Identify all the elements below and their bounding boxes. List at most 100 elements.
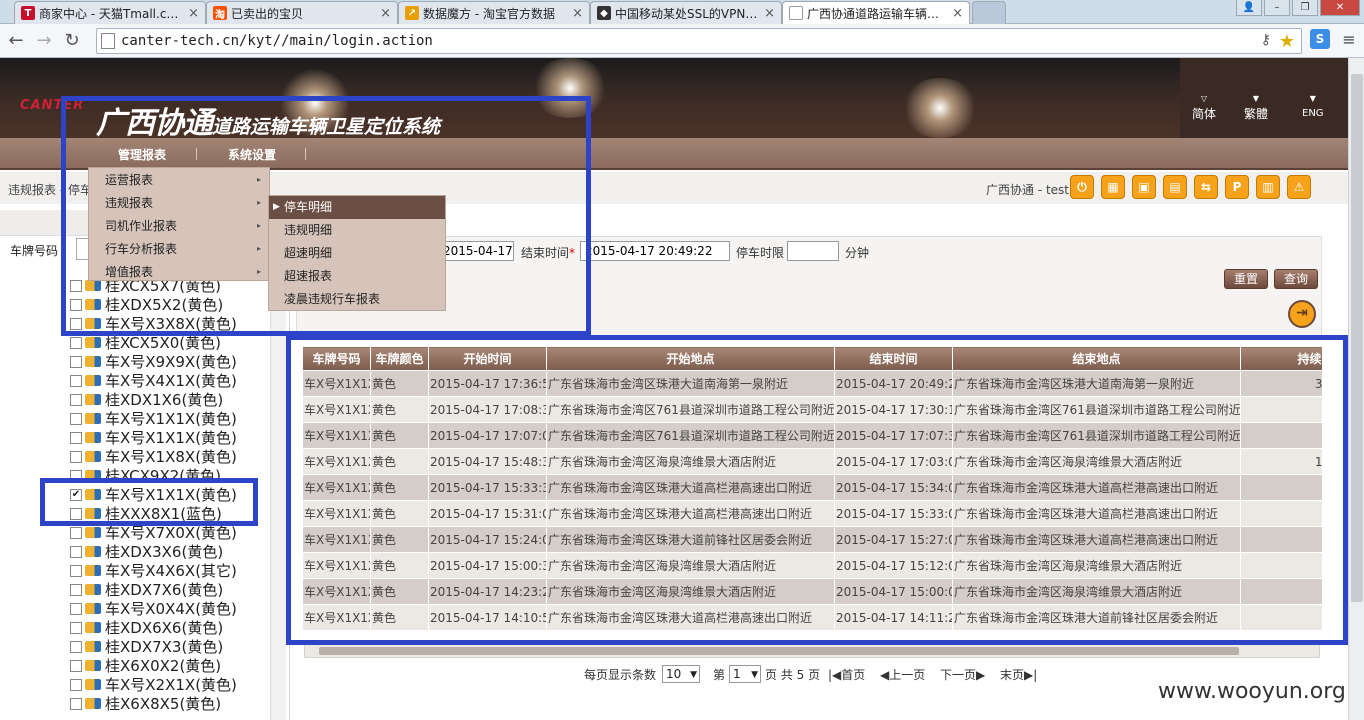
truck-icon[interactable]: ▥ — [1256, 175, 1280, 199]
vehicle-checkbox[interactable] — [70, 298, 82, 311]
vehicle-tree-item[interactable]: 桂XDX6X6(黄色) — [70, 618, 223, 637]
vehicle-checkbox[interactable] — [70, 355, 82, 368]
menu-item-driver-reports[interactable]: 司机作业报表 — [105, 217, 177, 234]
vehicle-tree-item[interactable]: 车X号X7X0X(黄色) — [70, 523, 237, 542]
table-row[interactable]: 车X号X1X1X 黄色 2015-04-17 17:08:39 广东省珠海市金湾区76… — [302, 396, 1322, 423]
start-time-input[interactable] — [438, 241, 514, 261]
table-row[interactable]: 车X号X1X1X 黄色 2015-04-17 17:07:09 广东省珠海市金湾区76… — [302, 422, 1322, 449]
vehicle-tree-item[interactable]: 车X号X1X8X(黄色) — [70, 447, 237, 466]
vehicle-checkbox[interactable] — [70, 412, 82, 425]
first-page-link[interactable]: |◀首页 — [828, 666, 865, 683]
table-row[interactable]: 车X号X1X1X 黄色 2015-04-17 15:33:39 广东省珠海市金湾区珠港… — [302, 474, 1322, 501]
vehicle-checkbox[interactable] — [70, 450, 82, 463]
power-icon[interactable]: ⏻ — [1070, 175, 1094, 199]
column-header[interactable]: 车牌颜色 — [370, 346, 429, 371]
route-icon[interactable]: ⇆ — [1194, 175, 1218, 199]
vehicle-checkbox[interactable] — [70, 507, 82, 520]
query-button[interactable]: 查询 — [1274, 269, 1318, 289]
vehicle-tree-item[interactable]: 桂XXX8X1(蓝色) — [70, 504, 222, 523]
vehicle-tree-item[interactable]: 车X号X4X6X(其它) — [70, 561, 237, 580]
vehicle-tree-item[interactable]: ✔ 车X号X1X1X(黄色) — [70, 485, 237, 504]
column-header[interactable]: 车牌号码 — [302, 346, 371, 371]
vehicle-checkbox[interactable] — [70, 545, 82, 558]
table-row[interactable]: 车X号X1X1X 黄色 2015-04-17 15:24:09 广东省珠海市金湾区珠港… — [302, 526, 1322, 553]
alert-icon[interactable]: ⚠ — [1287, 175, 1311, 199]
column-header[interactable]: 开始时间 — [428, 346, 547, 371]
table-row[interactable]: 车X号X1X1X 黄色 2015-04-17 14:10:58 广东省珠海市金湾区珠港… — [302, 604, 1322, 631]
vehicle-checkbox[interactable] — [70, 431, 82, 444]
lang-traditional[interactable]: ▼ 繁體 — [1244, 94, 1268, 122]
browser-tab-vpn[interactable]: ◆ 中国移动某处SSL的VPN入口 × — [590, 1, 782, 24]
vehicle-checkbox[interactable] — [70, 374, 82, 387]
menu-icon[interactable]: ≡ — [1340, 30, 1358, 49]
submenu-parking-detail[interactable]: 停车明细 — [269, 196, 445, 219]
profile-icon[interactable]: 👤 — [1236, 0, 1262, 16]
menu-item-violation-reports[interactable]: 违规报表 — [105, 194, 153, 211]
page-scrollbar[interactable] — [1348, 58, 1364, 720]
close-icon[interactable]: × — [952, 6, 963, 21]
key-icon[interactable]: ⚷ — [1261, 32, 1271, 48]
vehicle-tree-item[interactable]: 车X号X1X1X(黄色) — [70, 428, 237, 447]
end-time-input[interactable] — [580, 241, 730, 261]
vehicle-checkbox[interactable] — [70, 583, 82, 596]
vehicle-tree-item[interactable]: 桂XDX7X6(黄色) — [70, 580, 223, 599]
vehicle-tree-item[interactable]: 车X号X0X4X(黄色) — [70, 599, 237, 618]
vehicle-checkbox[interactable] — [70, 317, 82, 330]
table-row[interactable]: 车X号X1X1X 黄色 2015-04-17 14:23:27 广东省珠海市金湾区海泉… — [302, 578, 1322, 605]
last-page-link[interactable]: 末页▶| — [1000, 666, 1037, 683]
per-page-select[interactable]: 10 — [662, 665, 700, 683]
vehicle-checkbox[interactable] — [70, 621, 82, 634]
vehicle-tree-item[interactable]: 桂XDX1X6(黄色) — [70, 390, 223, 409]
browser-tab-shujumofang[interactable]: ↗ 数据魔方 - 淘宝官方数据 × — [398, 1, 590, 24]
close-icon[interactable]: × — [380, 6, 391, 21]
vehicle-tree-item[interactable]: 车X号X1X1X(黄色) — [70, 409, 237, 428]
prev-page-link[interactable]: ◀上一页 — [880, 666, 925, 683]
table-row[interactable]: 车X号X1X1X 黄色 2015-04-17 15:48:39 广东省珠海市金湾区海泉… — [302, 448, 1322, 475]
table-row[interactable]: 车X号X1X1X 黄色 2015-04-17 15:00:39 广东省珠海市金湾区海泉… — [302, 552, 1322, 579]
submenu-violation-detail[interactable]: 违规明细 — [269, 219, 445, 242]
column-header[interactable]: 开始地点 — [546, 346, 835, 371]
vehicle-tree-item[interactable]: 车X号X2X1X(黄色) — [70, 675, 237, 694]
vehicle-tree-item[interactable]: 桂XCX9X2(黄色) — [70, 466, 221, 485]
vehicle-checkbox[interactable]: ✔ — [70, 488, 82, 501]
vehicle-tree-item[interactable]: 车X号X4X1X(黄色) — [70, 371, 237, 390]
address-bar[interactable]: ⚷ ★ — [96, 28, 1302, 54]
vehicle-tree-item[interactable]: 车X号X9X9X(黄色) — [70, 352, 237, 371]
vehicle-checkbox[interactable] — [70, 526, 82, 539]
restore-icon[interactable]: ❐ — [1292, 0, 1318, 16]
stop-limit-input[interactable] — [787, 241, 839, 261]
close-icon[interactable]: × — [764, 6, 775, 21]
vehicle-tree-item[interactable]: 桂X6X0X2(黄色) — [70, 656, 221, 675]
submenu-speeding-report[interactable]: 超速报表 — [269, 265, 445, 288]
back-icon[interactable]: ← — [4, 29, 28, 53]
vehicle-checkbox[interactable] — [70, 678, 82, 691]
lang-simplified[interactable]: ▽ 简体 — [1192, 94, 1216, 122]
vehicle-checkbox[interactable] — [70, 279, 82, 292]
lang-english[interactable]: ▼ ENG — [1302, 94, 1324, 119]
menu-item-operation-reports[interactable]: 运营报表 — [105, 171, 153, 188]
export-icon[interactable]: ⇥ — [1288, 300, 1316, 328]
submenu-speeding-detail[interactable]: 超速明细 — [269, 242, 445, 265]
new-tab-button[interactable] — [972, 1, 1006, 24]
column-header[interactable]: 结束时间 — [834, 346, 953, 371]
vehicle-tree-item[interactable]: 桂XDX3X6(黄色) — [70, 542, 223, 561]
vehicle-checkbox[interactable] — [70, 659, 82, 672]
url-input[interactable] — [121, 33, 1221, 49]
map-icon[interactable]: ▤ — [1163, 175, 1187, 199]
close-icon[interactable]: × — [572, 6, 583, 21]
bookmark-star-icon[interactable]: ★ — [1279, 31, 1295, 52]
column-header[interactable]: 持续时长 — [1240, 346, 1322, 371]
table-row[interactable]: 车X号X1X1X 黄色 2015-04-17 15:31:09 广东省珠海市金湾区珠港… — [302, 500, 1322, 527]
forward-icon[interactable]: → — [32, 29, 56, 53]
column-header[interactable]: 结束地点 — [952, 346, 1241, 371]
extension-icon[interactable]: S — [1310, 29, 1330, 49]
vehicle-tree-item[interactable]: 桂X6X8X5(黄色) — [70, 694, 221, 713]
submenu-early-morning-report[interactable]: 凌晨违规行车报表 — [269, 288, 445, 311]
close-icon[interactable]: × — [188, 6, 199, 21]
vehicle-checkbox[interactable] — [70, 469, 82, 482]
minimize-icon[interactable]: – — [1264, 0, 1290, 16]
nav-management-reports[interactable]: 管理报表 — [118, 146, 166, 163]
vehicle-checkbox[interactable] — [70, 564, 82, 577]
browser-tab-tmall[interactable]: T 商家中心 - 天猫Tmall.com × — [14, 1, 206, 24]
parking-icon[interactable]: P — [1225, 175, 1249, 199]
